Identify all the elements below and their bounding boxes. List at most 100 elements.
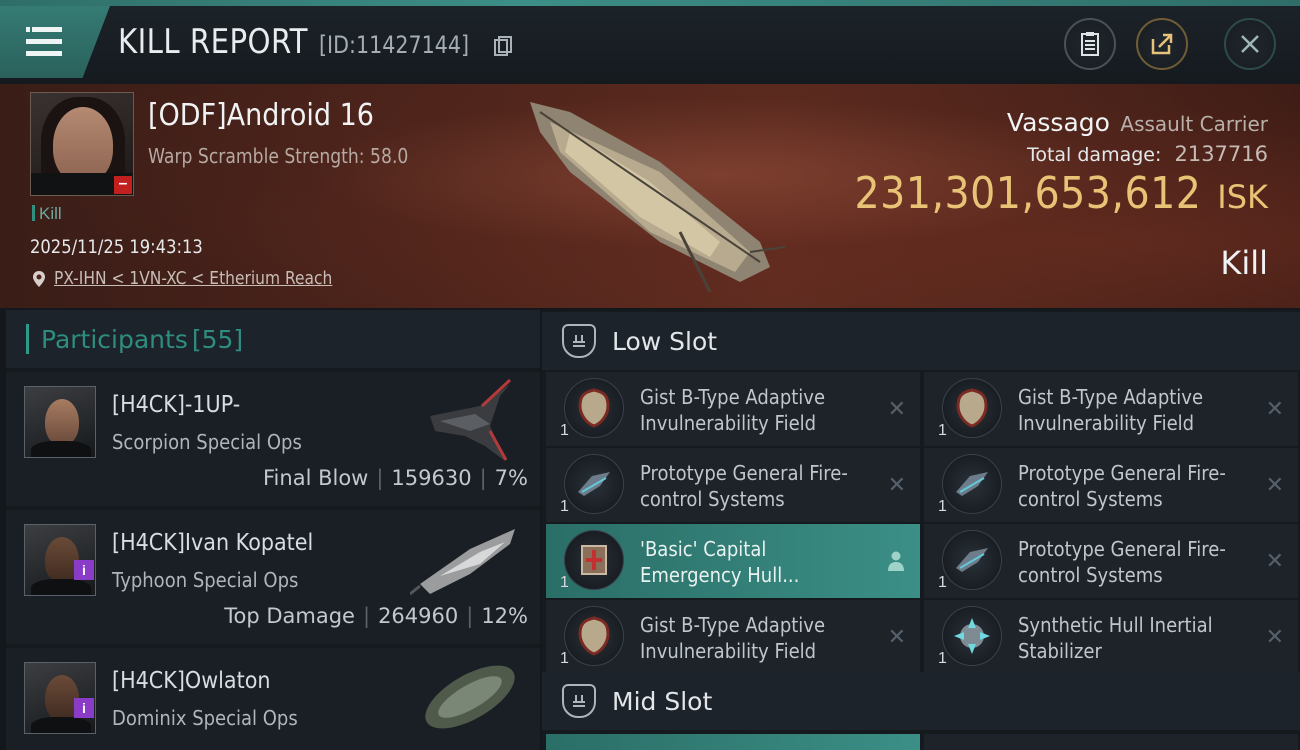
destroyed-icon: ✕ <box>887 624 906 649</box>
copy-icon[interactable] <box>494 36 512 56</box>
kill-tag: Kill <box>32 204 62 224</box>
module-item[interactable]: 1 Gist B-Type Adaptive Invulnerability F… <box>546 600 920 674</box>
kill-location-link[interactable]: PX-IHN < 1VN-XC < Etherium Reach <box>32 268 378 289</box>
destroyed-icon: ✕ <box>1265 624 1284 649</box>
module-qty: 1 <box>560 574 569 591</box>
mid-slot-header: Mid Slot <box>542 672 1300 730</box>
destroyed-icon: ✕ <box>887 396 906 421</box>
module-item[interactable] <box>924 734 1298 750</box>
share-icon <box>1151 33 1173 55</box>
low-slot-header: Low Slot <box>542 312 1300 370</box>
mid-slot-title: Mid Slot <box>612 686 713 716</box>
participants-count: [55] <box>191 324 244 354</box>
destroyed-icon: ✕ <box>887 472 906 497</box>
victim-name[interactable]: [ODF]Android 16 <box>148 98 374 133</box>
participants-label: Participants <box>41 324 188 354</box>
participant-row[interactable]: i [H4CK]Ivan Kopatel Typhoon Special Ops… <box>6 510 540 644</box>
destroyed-icon: ✕ <box>1265 472 1284 497</box>
stabilizer-icon <box>942 606 1002 666</box>
share-button[interactable] <box>1136 18 1188 70</box>
total-damage-label: Total damage: <box>1026 144 1162 166</box>
module-name: Gist B-Type Adaptive Invulnerability Fie… <box>640 385 826 435</box>
fire-control-icon <box>942 454 1002 514</box>
module-name: Gist B-Type Adaptive Invulnerability Fie… <box>640 613 826 663</box>
module-qty: 1 <box>938 422 947 439</box>
module-name: Prototype General Fire-control Systems <box>1018 461 1226 511</box>
module-item[interactable]: 1 Synthetic Hull Inertial Stabilizer ✕ <box>924 600 1298 674</box>
info-badge-icon: i <box>74 560 94 580</box>
participant-ship: Typhoon Special Ops <box>112 568 299 592</box>
mid-slot-icon <box>562 684 596 718</box>
hamburger-icon <box>26 27 62 56</box>
victim-ship-name[interactable]: Vassago <box>1007 108 1110 137</box>
participant-ship-image <box>410 529 515 596</box>
module-item[interactable]: 1 Prototype General Fire-control Systems… <box>546 448 920 522</box>
shield-module-icon <box>942 378 1002 438</box>
participants-panel: Participants [55] [H4CK]-1UP- Scorpion S… <box>6 310 540 750</box>
header-bar: KILL REPORT [ID:11427144] <box>0 0 1300 84</box>
participant-percent: 7% <box>494 466 528 490</box>
location-text: PX-IHN < 1VN-XC < Etherium Reach <box>54 268 333 289</box>
module-item[interactable]: 1 Gist B-Type Adaptive Invulnerability F… <box>546 372 920 446</box>
participant-ship: Scorpion Special Ops <box>112 430 302 454</box>
participant-row[interactable]: [H4CK]-1UP- Scorpion Special Ops Final B… <box>6 372 540 506</box>
isk-value: 231,301,653,612 <box>854 168 1202 219</box>
participant-ship: Dominix Special Ops <box>112 706 298 730</box>
module-item[interactable]: 1 Gist B-Type Adaptive Invulnerability F… <box>924 372 1298 446</box>
participant-percent: 12% <box>481 604 528 628</box>
module-qty: 1 <box>938 574 947 591</box>
destroyed-icon: ✕ <box>1265 396 1284 421</box>
module-qty: 1 <box>938 498 947 515</box>
module-item-selected[interactable]: 1 'Basic' Capital Emergency Hull... <box>546 524 920 598</box>
dropped-icon <box>888 551 904 571</box>
menu-button[interactable] <box>0 6 110 78</box>
module-name: Synthetic Hull Inertial Stabilizer <box>1018 613 1213 663</box>
victim-ship-image <box>530 102 786 293</box>
participant-name: [H4CK]Owlaton <box>112 668 271 694</box>
module-item[interactable] <box>546 734 920 750</box>
low-slot-title: Low Slot <box>612 326 718 356</box>
module-name: Prototype General Fire-control Systems <box>640 461 848 511</box>
participant-name: [H4CK]-1UP- <box>112 392 241 418</box>
hostile-status-icon: – <box>114 176 132 194</box>
participant-name: [H4CK]Ivan Kopatel <box>112 530 314 556</box>
participant-damage: 159630 <box>391 466 472 490</box>
header-accent-line <box>0 0 1300 6</box>
victim-ship-class: Assault Carrier <box>1120 112 1268 136</box>
module-name: 'Basic' Capital Emergency Hull... <box>640 537 800 587</box>
fitting-panel: Low Slot 1 Gist B-Type Adaptive Invulner… <box>542 310 1300 750</box>
participant-ship-image <box>425 665 515 729</box>
low-slot-icon <box>562 324 596 358</box>
fire-control-icon <box>942 530 1002 590</box>
participant-damage: 264960 <box>378 604 459 628</box>
page-title: KILL REPORT <box>118 22 308 62</box>
report-id: [ID:11427144] <box>318 31 469 59</box>
module-name: Prototype General Fire-control Systems <box>1018 537 1226 587</box>
participant-ship-image <box>430 378 512 461</box>
kill-result: Kill <box>1220 244 1268 282</box>
module-qty: 1 <box>560 498 569 515</box>
isk-unit: ISK <box>1217 178 1268 216</box>
hull-module-icon <box>564 530 624 590</box>
participant-avatar[interactable] <box>24 386 96 458</box>
close-icon <box>1241 35 1259 53</box>
module-item[interactable]: 1 Prototype General Fire-control Systems… <box>924 524 1298 598</box>
module-qty: 1 <box>938 650 947 667</box>
participant-role: Top Damage <box>224 604 355 628</box>
shield-module-icon <box>564 378 624 438</box>
warp-scramble-strength: Warp Scramble Strength: 58.0 <box>148 144 409 168</box>
fire-control-icon <box>564 454 624 514</box>
close-button[interactable] <box>1224 18 1276 70</box>
participant-row[interactable]: i [H4CK]Owlaton Dominix Special Ops <box>6 648 540 750</box>
clipboard-icon <box>1081 32 1099 56</box>
kill-timestamp: 2025/11/25 19:43:13 <box>30 236 203 258</box>
module-qty: 1 <box>560 422 569 439</box>
module-qty: 1 <box>560 650 569 667</box>
destroyed-icon: ✕ <box>1265 548 1284 573</box>
info-badge-icon: i <box>74 698 94 718</box>
participants-header[interactable]: Participants [55] <box>6 310 540 368</box>
module-item[interactable]: 1 Prototype General Fire-control Systems… <box>924 448 1298 522</box>
clipboard-button[interactable] <box>1064 18 1116 70</box>
participant-role: Final Blow <box>263 466 369 490</box>
total-damage-value: 2137716 <box>1174 142 1268 166</box>
